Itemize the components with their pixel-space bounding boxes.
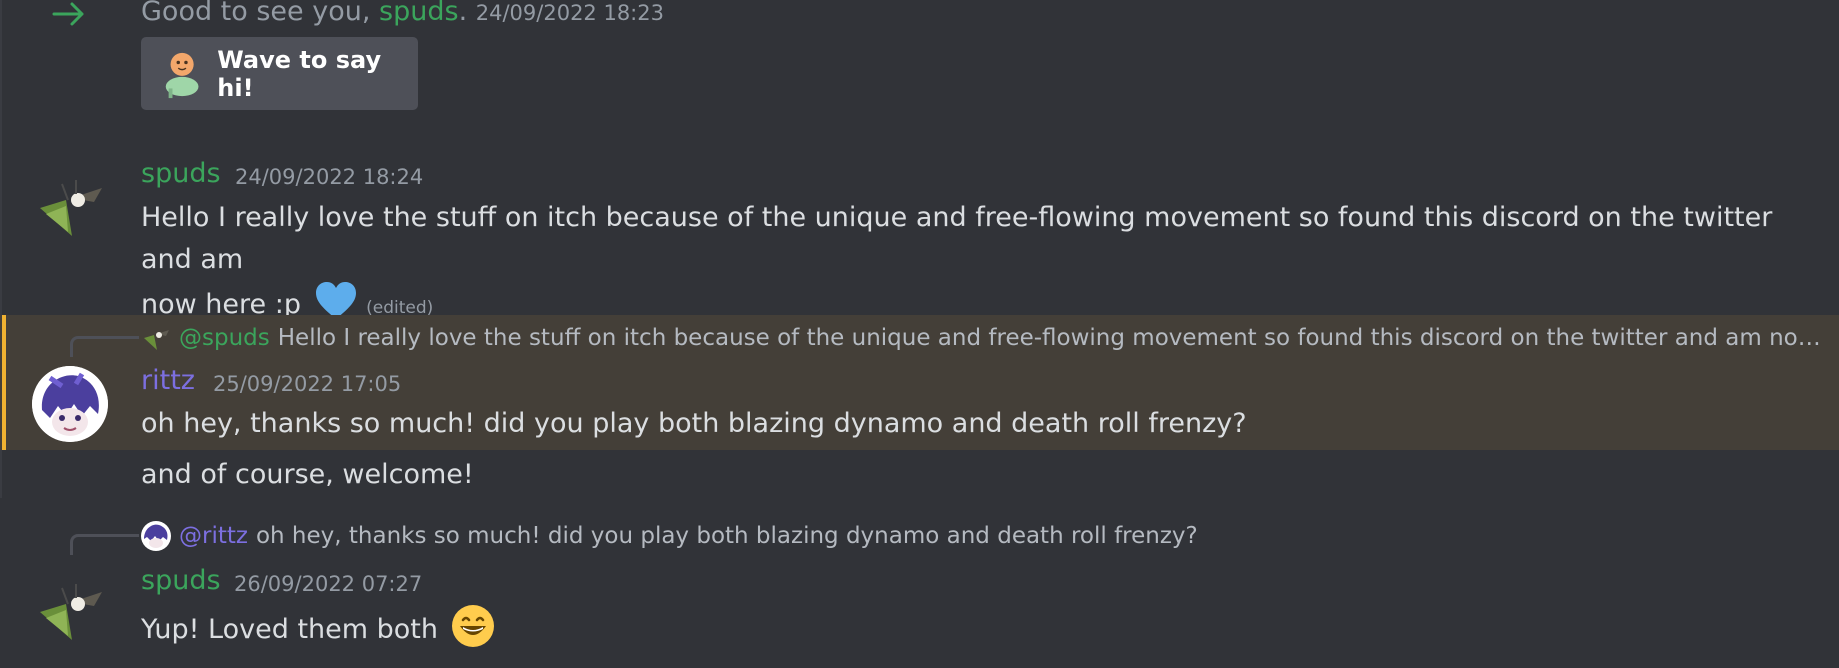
message-author[interactable]: spuds bbox=[141, 158, 221, 189]
wave-sticker-icon bbox=[165, 52, 199, 98]
message-line: Hello I really love the stuff on itch be… bbox=[141, 202, 1773, 275]
wave-button[interactable]: Wave to say hi! bbox=[141, 37, 418, 110]
message-followup: and of course, welcome! bbox=[141, 459, 474, 490]
reply-text: oh hey, thanks so much! did you play bot… bbox=[255, 523, 1198, 549]
chat-message-list: Good to see you, spuds. 24/09/2022 18:23… bbox=[0, 0, 1839, 668]
message-content: Yup! Loved them both bbox=[141, 604, 495, 651]
wave-button-label: Wave to say hi! bbox=[217, 45, 382, 102]
reply-text: Hello I really love the stuff on itch be… bbox=[277, 325, 1833, 351]
rittz-avatar-icon bbox=[32, 366, 108, 442]
message-author[interactable]: spuds bbox=[141, 565, 221, 596]
join-timestamp[interactable]: 24/09/2022 18:23 bbox=[476, 1, 664, 25]
join-prefix: Good to see you, bbox=[141, 0, 380, 27]
reply-spine bbox=[70, 336, 139, 357]
reply-avatar bbox=[141, 323, 171, 353]
message-content: oh hey, thanks so much! did you play bot… bbox=[141, 408, 1247, 439]
message-author[interactable]: rittz bbox=[141, 365, 195, 396]
message-timestamp[interactable]: 25/09/2022 17:05 bbox=[213, 372, 401, 396]
message-text: Yup! Loved them both bbox=[141, 614, 438, 645]
reply-preview[interactable]: @rittz oh hey, thanks so much! did you p… bbox=[141, 519, 1833, 553]
rittz-avatar-icon bbox=[144, 524, 168, 548]
spuds-avatar-icon bbox=[40, 180, 102, 236]
avatar[interactable] bbox=[32, 574, 108, 650]
reply-mention[interactable]: @spuds bbox=[179, 325, 270, 351]
message-timestamp[interactable]: 24/09/2022 18:24 bbox=[235, 165, 423, 189]
spuds-avatar-icon bbox=[40, 584, 102, 640]
reply-spine bbox=[70, 534, 139, 555]
join-username[interactable]: spuds bbox=[379, 0, 459, 27]
reply-avatar bbox=[141, 521, 171, 551]
reply-preview[interactable]: @spuds Hello I really love the stuff on … bbox=[141, 321, 1833, 355]
join-message: Good to see you, spuds. 24/09/2022 18:23 bbox=[141, 0, 664, 27]
mention-highlight-bar bbox=[2, 315, 6, 450]
avatar[interactable] bbox=[32, 170, 108, 246]
join-arrow-icon bbox=[52, 2, 84, 26]
spuds-avatar-icon bbox=[144, 330, 169, 350]
message-content: Hello I really love the stuff on itch be… bbox=[141, 197, 1831, 329]
message-timestamp[interactable]: 26/09/2022 07:27 bbox=[234, 572, 422, 596]
grinning-face-icon[interactable] bbox=[451, 604, 495, 648]
reply-mention[interactable]: @rittz bbox=[179, 523, 248, 549]
avatar[interactable] bbox=[32, 366, 108, 442]
join-suffix: . bbox=[458, 0, 468, 27]
